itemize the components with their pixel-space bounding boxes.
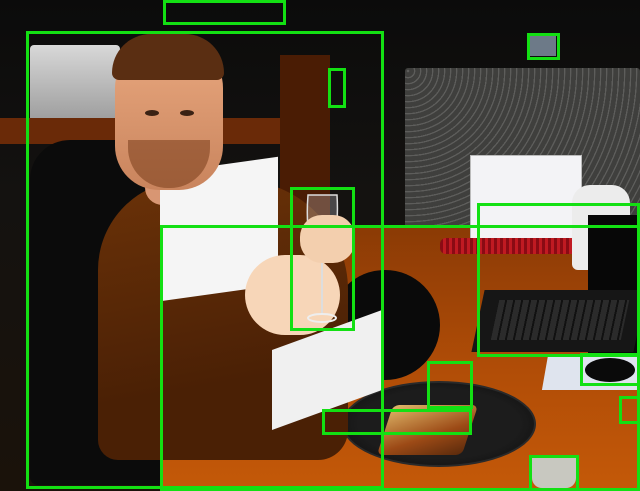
detection-box-cup [529,455,579,491]
detection-box-small-right [619,396,640,424]
detection-box-monitor [527,33,560,60]
detection-box-wine-glass [290,187,355,331]
detection-box-fork [427,361,473,409]
detection-box-top-banner [163,0,286,25]
detection-box-laptop [477,203,640,357]
photo-scene [0,0,640,491]
detection-box-bottle [328,68,346,108]
detection-box-pizza [322,409,472,435]
detection-box-mouse [580,353,640,386]
